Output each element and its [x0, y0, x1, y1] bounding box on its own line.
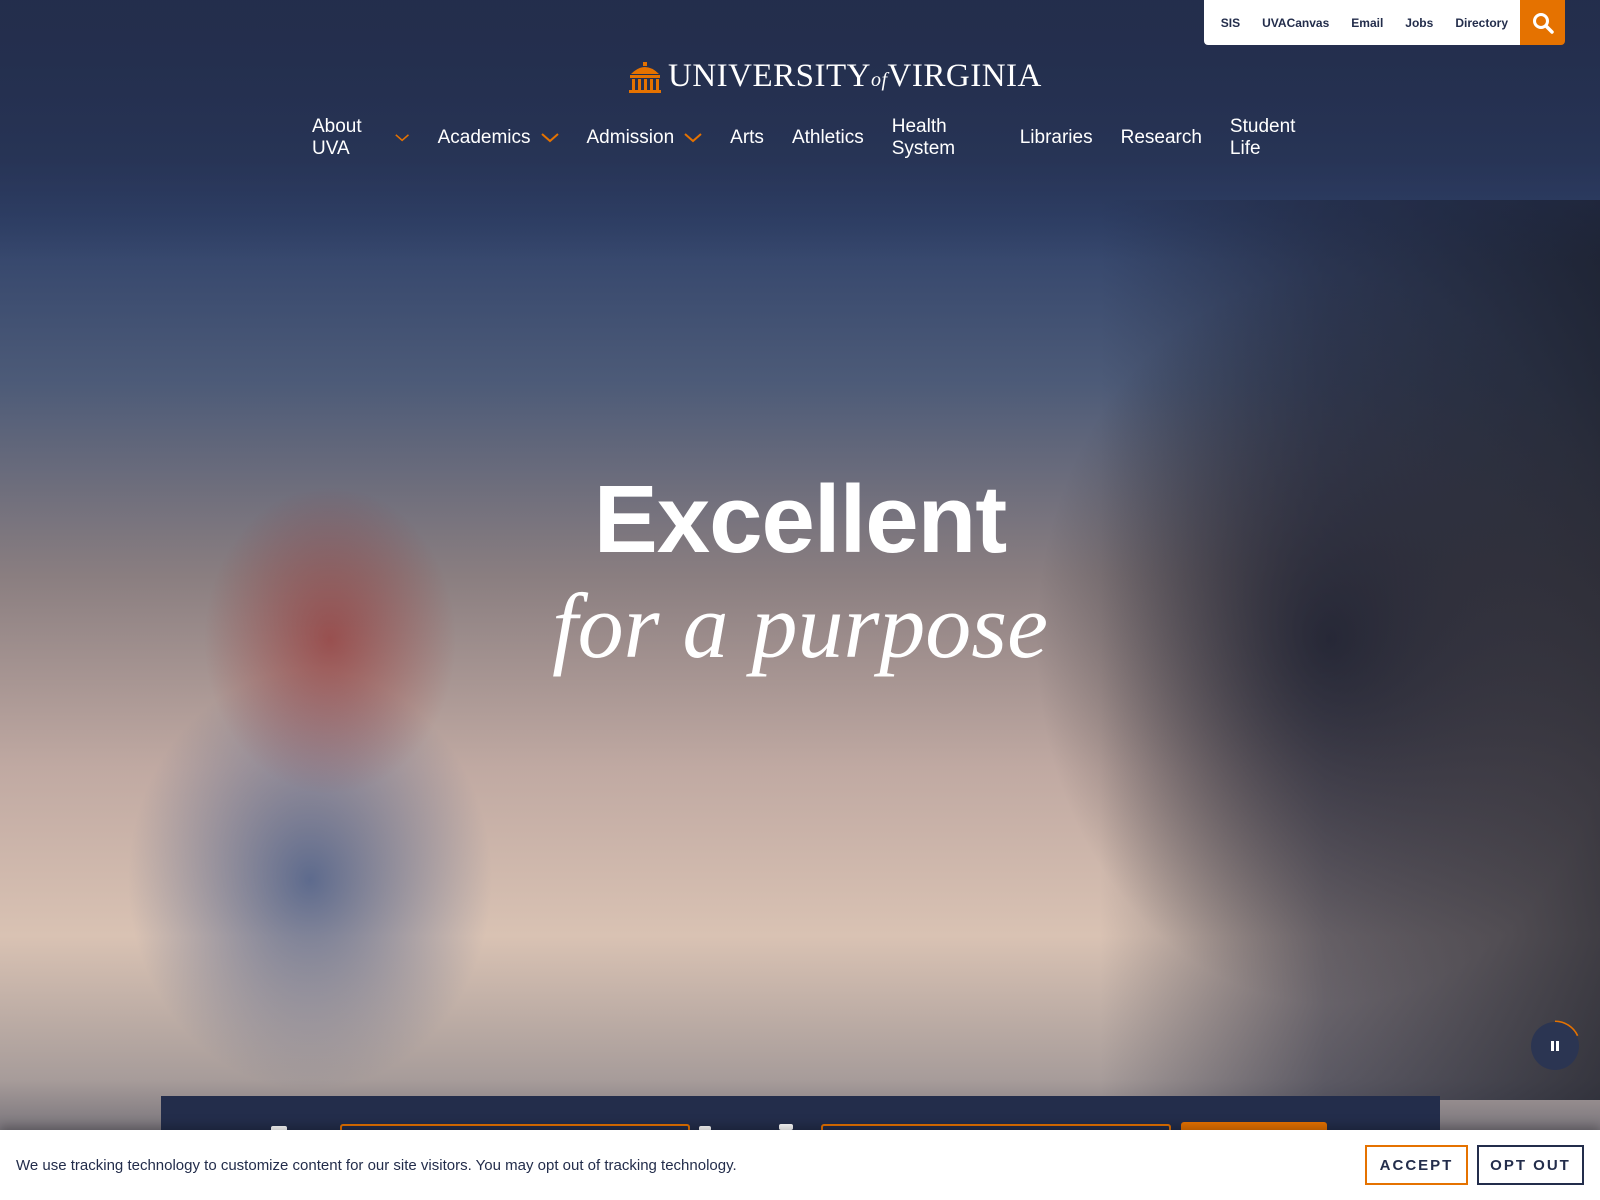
utility-link-directory[interactable]: Directory	[1455, 16, 1508, 30]
opt-out-button[interactable]: OPT OUT	[1477, 1145, 1584, 1185]
nav-label: Health System	[891, 116, 956, 159]
pause-icon	[1551, 1041, 1559, 1051]
utility-link-uvacanvas[interactable]: UVACanvas	[1262, 16, 1329, 30]
rotunda-icon	[629, 61, 661, 93]
search-icon	[1532, 12, 1554, 34]
nav-item-health-system[interactable]: Health System	[892, 116, 992, 160]
logo-university: UNIVERSITY	[668, 58, 871, 94]
logo-virginia: VIRGINIA	[887, 58, 1042, 94]
nav-label: Arts	[730, 127, 764, 148]
utility-link-email[interactable]: Email	[1351, 16, 1383, 30]
nav-item-academics[interactable]: Academics	[438, 127, 559, 149]
nav-item-admission[interactable]: Admission	[587, 127, 703, 149]
nav-label: Academics	[437, 127, 531, 148]
nav-label: Admission	[586, 127, 675, 148]
nav-label: Student Life	[1229, 116, 1296, 159]
nav-label: Athletics	[791, 127, 864, 148]
logo-of: of	[870, 69, 888, 91]
consent-banner: We use tracking technology to customize …	[0, 1130, 1600, 1200]
chevron-down-icon	[540, 133, 559, 143]
nav-item-student-life[interactable]: Student Life	[1230, 116, 1312, 160]
nav-item-research[interactable]: Research	[1121, 127, 1202, 149]
nav-label: Libraries	[1019, 127, 1093, 148]
consent-message: We use tracking technology to customize …	[16, 1156, 737, 1174]
hero-headline: Excellent for a purpose	[0, 466, 1600, 677]
search-button[interactable]	[1520, 0, 1565, 45]
nav-item-about-uva[interactable]: About UVA	[312, 116, 410, 160]
headline-sub: for a purpose	[552, 575, 1048, 677]
nav-item-libraries[interactable]: Libraries	[1020, 127, 1093, 149]
logo-wordmark: UNIVERSITYofVIRGINIA	[668, 58, 1042, 95]
pause-video-button[interactable]	[1531, 1022, 1579, 1070]
nav-label: Research	[1120, 127, 1202, 148]
chevron-down-icon	[684, 133, 702, 143]
utility-link-sis[interactable]: SIS	[1221, 16, 1240, 30]
chevron-down-icon	[395, 134, 410, 142]
headline-main: Excellent	[593, 466, 1008, 573]
main-nav: About UVA Academics Admission Arts Athle…	[312, 116, 1312, 160]
accept-button[interactable]: ACCEPT	[1365, 1145, 1468, 1185]
nav-label: About UVA	[312, 116, 362, 159]
utility-nav: SIS UVACanvas Email Jobs Directory	[1204, 0, 1522, 45]
site-logo[interactable]: UNIVERSITYofVIRGINIA	[628, 58, 1042, 95]
utility-link-jobs[interactable]: Jobs	[1405, 16, 1433, 30]
nav-item-arts[interactable]: Arts	[730, 127, 764, 149]
nav-item-athletics[interactable]: Athletics	[792, 127, 864, 149]
